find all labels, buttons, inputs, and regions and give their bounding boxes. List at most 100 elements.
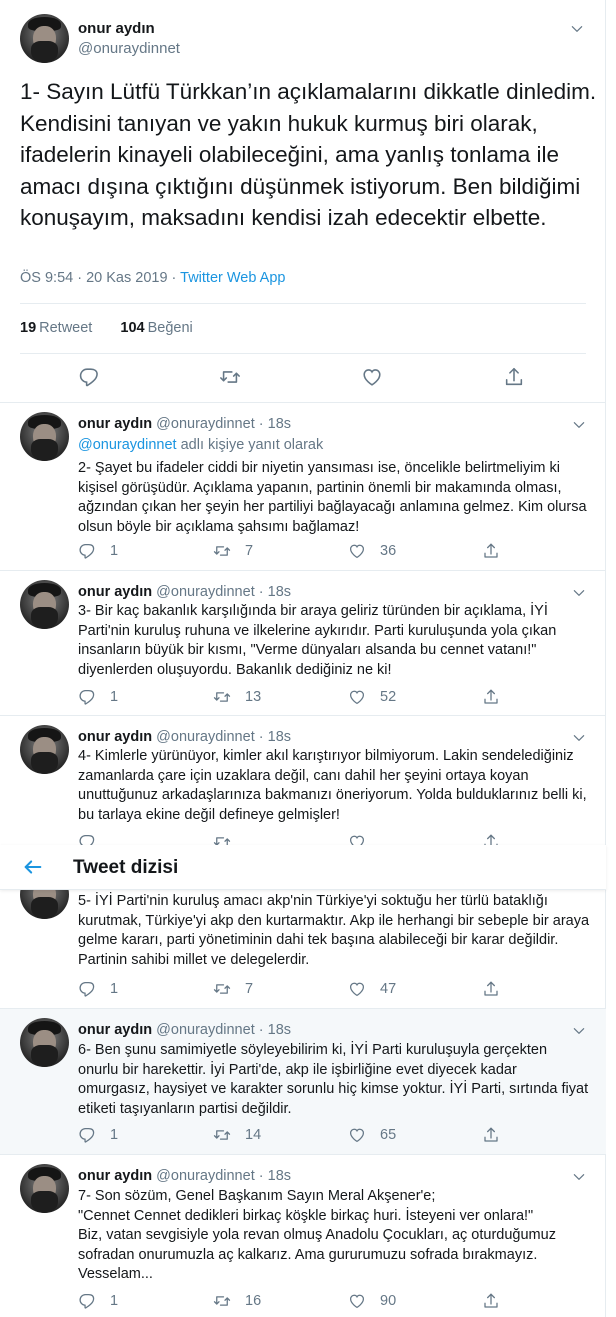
reply-actions: 1 7 36 [78,541,538,561]
author-name[interactable]: onur aydın [78,729,152,745]
author-handle[interactable]: @onuraydinnet [78,40,180,57]
reply-text: 7- Son sözüm, Genel Başkanım Sayın Meral… [78,1188,556,1283]
like-button[interactable]: 65 [348,1125,396,1145]
chevron-down-icon[interactable] [572,1170,586,1184]
share-button[interactable] [482,979,500,999]
reply-time[interactable]: 18s [268,729,291,745]
avatar[interactable] [20,1018,69,1067]
reply-icon [78,688,96,706]
reply-header: onur aydın @onuraydinnet · 18s [78,584,292,600]
reply-actions: 1 14 65 [78,1125,538,1145]
reply-button[interactable]: 1 [78,979,118,999]
reply-actions: 1 13 52 [78,687,538,707]
tweet-timestamp[interactable]: ÖS 9:54 · 20 Kas 2019 · [20,270,180,286]
reply-time[interactable]: 18s [268,584,291,600]
thread-reply[interactable]: onur aydın @onuraydinnet · 18s 3- Bir ka… [0,571,606,716]
author-name[interactable]: onur aydın [78,20,155,37]
share-icon[interactable] [503,366,525,388]
main-tweet: onur aydın @onuraydinnet 1- Sayın Lütfü … [0,0,606,403]
author-handle[interactable]: @onuraydinnet [156,729,255,745]
author-name[interactable]: onur aydın [78,416,152,432]
avatar[interactable] [20,412,69,461]
chevron-down-icon[interactable] [572,586,586,600]
reply-icon [78,980,96,998]
thread-header: Tweet dizisi [0,845,606,890]
avatar[interactable] [20,1164,69,1213]
author-name[interactable]: onur aydın [78,1168,152,1184]
share-icon [482,980,500,998]
chevron-down-icon[interactable] [572,1024,586,1038]
divider [20,353,586,354]
reply-text: 3- Bir kaç bakanlık karşılığında bir ara… [78,603,561,678]
reply-button[interactable]: 1 [78,1125,118,1145]
replying-to: @onuraydinnet adlı kişiye yanıt olarak [78,437,324,453]
reply-text: 6- Ben şunu samimiyetle söyleyebilirim k… [78,1042,593,1117]
retweet-icon [213,542,231,560]
thread-reply[interactable]: onur aydın @onuraydinnet · 18s 6- Ben şu… [0,1009,606,1155]
like-icon[interactable] [361,366,383,388]
retweet-button[interactable]: 16 [213,1291,261,1311]
like-icon [348,980,366,998]
retweet-stat[interactable]: 19 Retweet [20,320,92,336]
author-handle[interactable]: @onuraydinnet [156,1168,255,1184]
reply-time[interactable]: 18s [268,1168,291,1184]
retweet-button[interactable]: 13 [213,687,261,707]
share-button[interactable] [482,1125,500,1145]
like-icon [348,1126,366,1144]
tweet-text: 1- Sayın Lütfü Türkkan’ın açıklamalarını… [20,79,603,230]
reply-actions: 1 16 90 [78,1291,538,1311]
reply-icon [78,1292,96,1310]
tweet-source-link[interactable]: Twitter Web App [180,270,285,286]
like-button[interactable]: 47 [348,979,396,999]
like-icon [348,542,366,560]
reply-icon[interactable] [78,366,100,388]
thread-title: Tweet dizisi [73,857,179,878]
like-icon [348,1292,366,1310]
like-button[interactable]: 52 [348,687,396,707]
reply-text: 4- Kimlerle yürünüyor, kimler akıl karış… [78,748,591,823]
tweet-stats: 19 Retweet 104 Beğeni [20,320,193,336]
reply-time[interactable]: 18s [268,1022,291,1038]
retweet-button[interactable]: 14 [213,1125,261,1145]
retweet-icon[interactable] [219,366,241,388]
author-handle[interactable]: @onuraydinnet [156,416,255,432]
reply-icon [78,1126,96,1144]
like-icon [348,688,366,706]
reply-button[interactable]: 1 [78,541,118,561]
reply-icon [78,542,96,560]
like-stat[interactable]: 104 Beğeni [120,320,192,336]
reply-text: 5- İYİ Parti'nin kuruluş amacı akp'nin T… [78,893,594,968]
divider [20,303,586,304]
reply-header: onur aydın @onuraydinnet · 18s [78,729,292,745]
tweet-actions [0,364,606,394]
retweet-icon [213,1292,231,1310]
chevron-down-icon[interactable] [572,731,586,745]
author-handle[interactable]: @onuraydinnet [156,584,255,600]
back-arrow-icon[interactable] [22,856,44,878]
author-name[interactable]: onur aydın [78,584,152,600]
retweet-button[interactable]: 7 [213,979,253,999]
reply-time[interactable]: 18s [268,416,291,432]
like-button[interactable]: 90 [348,1291,396,1311]
avatar[interactable] [20,725,69,774]
author-name[interactable]: onur aydın [78,1022,152,1038]
retweet-icon [213,688,231,706]
reply-button[interactable]: 1 [78,1291,118,1311]
replying-to-link[interactable]: @onuraydinnet [78,437,177,453]
avatar[interactable] [20,14,69,63]
author-handle[interactable]: @onuraydinnet [156,1022,255,1038]
reply-button[interactable]: 1 [78,687,118,707]
share-icon [482,688,500,706]
like-button[interactable]: 36 [348,541,396,561]
thread-reply[interactable]: onur aydın @onuraydinnet · 18s 4- Kimler… [0,716,606,861]
retweet-button[interactable]: 7 [213,541,253,561]
share-button[interactable] [482,541,500,561]
chevron-down-icon[interactable] [572,418,586,432]
thread-reply[interactable]: onur aydın @onuraydinnet · 18s @onuraydi… [0,403,606,571]
share-button[interactable] [482,687,500,707]
chevron-down-icon[interactable] [570,22,584,36]
thread-reply[interactable]: onur aydın @onuraydinnet · 18s 7- Son sö… [0,1155,606,1317]
avatar[interactable] [20,580,69,629]
share-button[interactable] [482,1291,500,1311]
reply-actions: 1 7 47 [78,979,538,999]
